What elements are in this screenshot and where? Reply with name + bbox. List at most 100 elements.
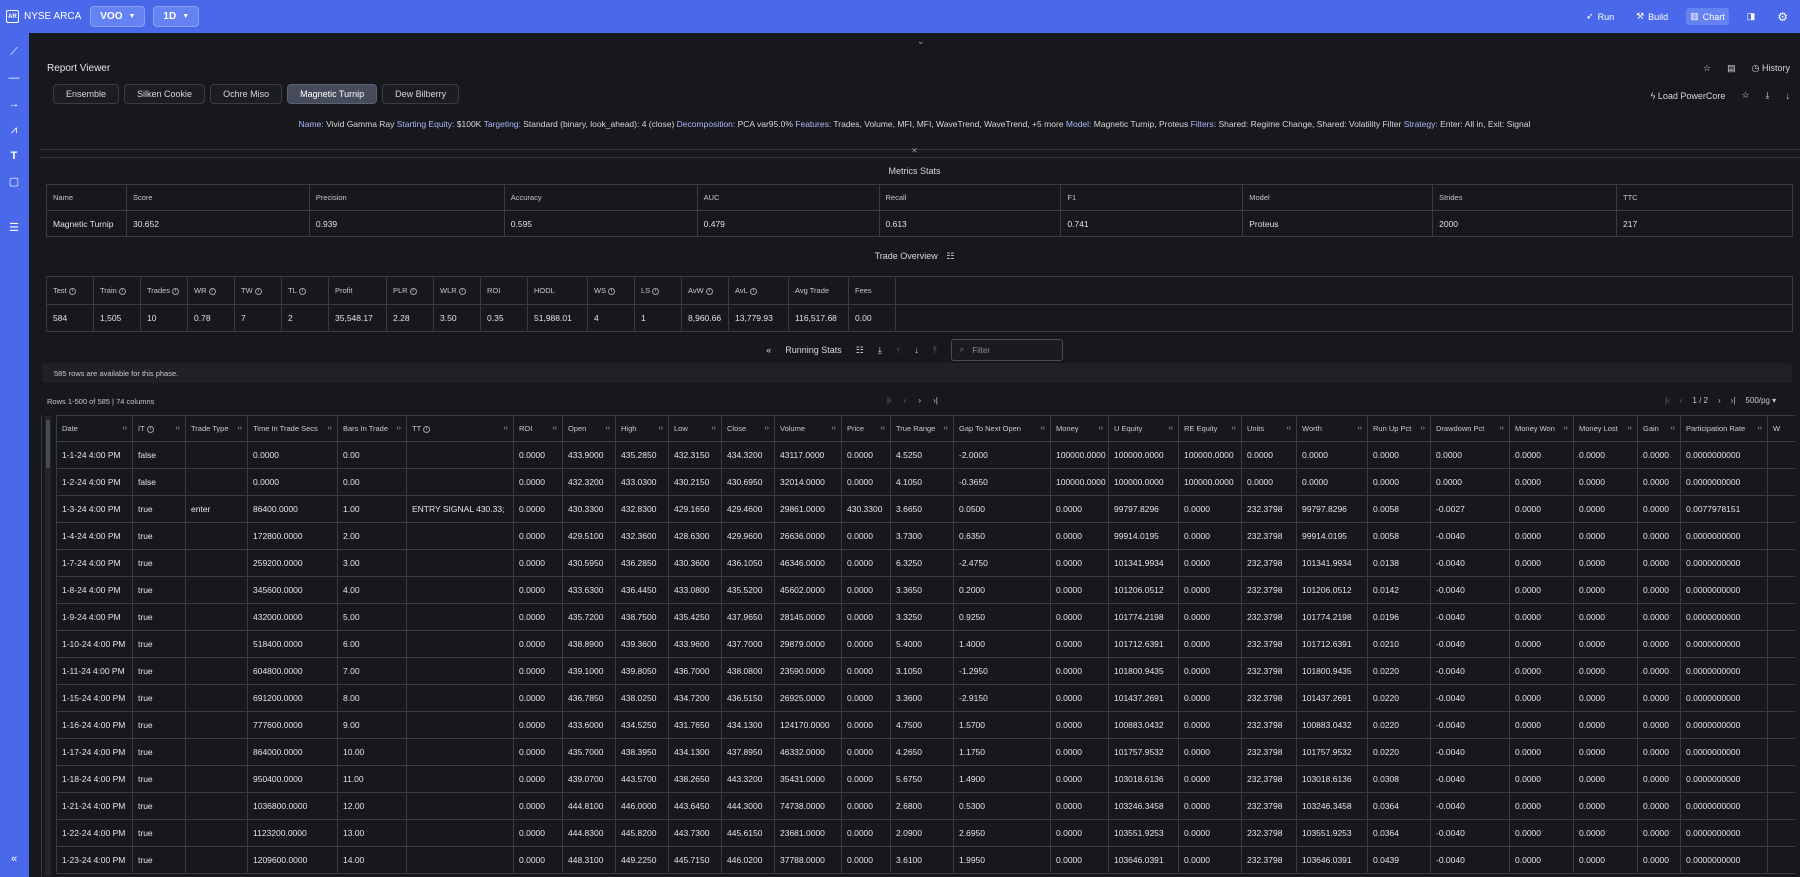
sort-icon[interactable]: ‹›	[658, 425, 663, 432]
column-header[interactable]: Worth ‹›	[1296, 415, 1368, 442]
arrow-right-icon[interactable]: →	[7, 97, 21, 111]
column-header[interactable]: Low ‹›	[668, 415, 722, 442]
next-page-icon[interactable]: ›	[918, 396, 921, 405]
column-header[interactable]: Trade Type ‹›	[185, 415, 248, 442]
table-row[interactable]: 1-2-24 4:00 PM false 0.0000 0.00 0.0000 432.3…	[56, 468, 1795, 496]
sort-icon[interactable]: ‹›	[237, 425, 242, 432]
sort-icon[interactable]: ‹›	[1168, 425, 1173, 432]
table-row[interactable]: 1-22-24 4:00 PM true 1123200.0000 13.00 0.00…	[56, 819, 1795, 847]
info-icon[interactable]: i	[749, 287, 757, 295]
table-row[interactable]: 1-23-24 4:00 PM true 1209600.0000 14.00 0.00…	[56, 846, 1795, 874]
arrow-down-icon[interactable]: ↓	[914, 345, 919, 355]
tab-ochre-miso[interactable]: Ochre Miso	[210, 84, 283, 104]
download-icon[interactable]: ⤓	[878, 345, 882, 356]
minus-icon[interactable]: —	[7, 71, 21, 85]
sort-icon[interactable]: ‹›	[1563, 425, 1568, 432]
column-header[interactable]: U Equity ‹›	[1108, 415, 1179, 442]
table-row[interactable]: 1-4-24 4:00 PM true 172800.0000 2.00 0.0000 4…	[56, 522, 1795, 550]
tab-magnetic-turnip[interactable]: Magnetic Turnip	[287, 84, 378, 104]
sort-icon[interactable]: ‹›	[396, 425, 401, 432]
sort-icon[interactable]: ‹›	[552, 425, 557, 432]
table-row[interactable]: 1-7-24 4:00 PM true 259200.0000 3.00 0.0000 4…	[56, 549, 1795, 577]
sort-icon[interactable]: ‹›	[503, 425, 508, 432]
chevron-down-icon[interactable]: ⌄	[917, 36, 925, 47]
table-row[interactable]: 1-15-24 4:00 PM true 691200.0000 8.00 0.0000…	[56, 684, 1795, 712]
symbol-select[interactable]: VOO ▼	[90, 6, 146, 27]
column-header[interactable]: High ‹›	[615, 415, 669, 442]
sort-icon[interactable]: ‹›	[1286, 425, 1291, 432]
pattern-icon[interactable]: ⩘	[7, 123, 21, 137]
column-header[interactable]: W	[1767, 415, 1795, 442]
table-row[interactable]: 1-18-24 4:00 PM true 950400.0000 11.00 0.000…	[56, 765, 1795, 793]
sort-icon[interactable]: ‹›	[764, 425, 769, 432]
sliders-icon[interactable]: ☰	[7, 221, 21, 235]
column-header[interactable]: RE Equity ‹›	[1178, 415, 1242, 442]
tab-dew-bilberry[interactable]: Dew Bilberry	[382, 84, 460, 104]
info-icon[interactable]: i	[409, 287, 417, 295]
sort-icon[interactable]: ‹›	[1499, 425, 1504, 432]
build-button[interactable]: ⚒ Build	[1632, 8, 1672, 25]
sort-icon[interactable]: ‹›	[711, 425, 716, 432]
table-row[interactable]: 1-11-24 4:00 PM true 604800.0000 7.00 0.0000…	[56, 657, 1795, 685]
table-row[interactable]: 1-17-24 4:00 PM true 864000.0000 10.00 0.000…	[56, 738, 1795, 766]
table-row[interactable]: 1-3-24 4:00 PM true enter 86400.0000 1.00 ENT…	[56, 495, 1795, 523]
document-icon[interactable]: ▤	[1727, 63, 1736, 74]
first-page-icon[interactable]: |‹	[1665, 396, 1670, 405]
table-row[interactable]: 1-8-24 4:00 PM true 345600.0000 4.00 0.0000 4…	[56, 576, 1795, 604]
column-header[interactable]: Money Won ‹›	[1509, 415, 1574, 442]
tab-ensemble[interactable]: Ensemble	[53, 84, 120, 104]
table-row[interactable]: 1-9-24 4:00 PM true 432000.0000 5.00 0.0000 4…	[56, 603, 1795, 631]
chart-button[interactable]: ▥ Chart	[1686, 8, 1729, 25]
column-header[interactable]: Money Lost ‹›	[1573, 415, 1638, 442]
column-header[interactable]: Bars In Trade ‹›	[337, 415, 407, 442]
run-button[interactable]: ➶ Run	[1582, 8, 1618, 25]
sort-icon[interactable]: ‹›	[1357, 425, 1362, 432]
trend-icon[interactable]: ⟋	[7, 45, 21, 59]
next-page-icon[interactable]: ›	[1718, 396, 1721, 405]
column-header[interactable]: Drawdown Pct ‹›	[1430, 415, 1510, 442]
table-row[interactable]: 1-1-24 4:00 PM false 0.0000 0.00 0.0000 433.9…	[56, 441, 1795, 469]
sort-icon[interactable]: ‹›	[1098, 425, 1103, 432]
sort-icon[interactable]: ‹›	[605, 425, 610, 432]
info-icon[interactable]: i	[208, 287, 216, 295]
sort-icon[interactable]: ‹›	[943, 425, 948, 432]
column-header[interactable]: Gain ‹›	[1637, 415, 1681, 442]
sort-icon[interactable]: ‹›	[122, 425, 127, 432]
info-icon[interactable]: i	[172, 287, 180, 295]
column-header[interactable]: IT i ‹›	[132, 415, 186, 442]
panel-toggle-button[interactable]: ◨	[1743, 8, 1760, 25]
sort-icon[interactable]: ‹›	[175, 425, 180, 432]
column-header[interactable]: Units ‹›	[1241, 415, 1297, 442]
prev-page-icon[interactable]: ‹	[1680, 396, 1683, 405]
column-header[interactable]: TT i ‹›	[406, 415, 514, 442]
table-row[interactable]: 1-10-24 4:00 PM true 518400.0000 6.00 0.0000…	[56, 630, 1795, 658]
sort-icon[interactable]: ‹›	[1231, 425, 1236, 432]
star-icon[interactable]: ☆	[1703, 63, 1711, 74]
arrow-down-icon[interactable]: ↓	[1786, 91, 1791, 101]
column-header[interactable]: Close ‹›	[721, 415, 775, 442]
column-header[interactable]: Date ‹›	[56, 415, 133, 442]
info-icon[interactable]: i	[298, 287, 306, 295]
tab-silken-cookie[interactable]: Silken Cookie	[124, 84, 206, 104]
info-icon[interactable]: i	[705, 287, 713, 295]
star-icon[interactable]: ☆	[1741, 90, 1749, 101]
info-icon[interactable]: i	[146, 425, 154, 433]
sliders-icon[interactable]: ☷	[946, 251, 954, 261]
square-icon[interactable]: ▢	[7, 175, 21, 189]
sort-icon[interactable]: ‹›	[880, 425, 885, 432]
info-icon[interactable]: i	[458, 287, 466, 295]
arrow-up-icon[interactable]: ↑	[896, 345, 901, 355]
download-icon[interactable]: ⤓	[1766, 90, 1770, 101]
column-header[interactable]: Gap To Next Open ‹›	[953, 415, 1051, 442]
sliders-icon[interactable]: ☷	[856, 345, 864, 356]
sort-icon[interactable]: ‹›	[327, 425, 332, 432]
grid-scroll-thumb[interactable]	[46, 420, 50, 468]
column-header[interactable]: Money ‹›	[1050, 415, 1109, 442]
sort-icon[interactable]: ‹›	[1757, 425, 1762, 432]
column-header[interactable]: ROI ‹›	[513, 415, 563, 442]
text-icon[interactable]: T	[7, 149, 21, 163]
sort-icon[interactable]: ‹›	[1420, 425, 1425, 432]
last-page-icon[interactable]: ›|	[1731, 396, 1736, 405]
load-powercore-button[interactable]: ϟ Load PowerCore	[1651, 91, 1726, 101]
info-icon[interactable]: i	[652, 287, 660, 295]
